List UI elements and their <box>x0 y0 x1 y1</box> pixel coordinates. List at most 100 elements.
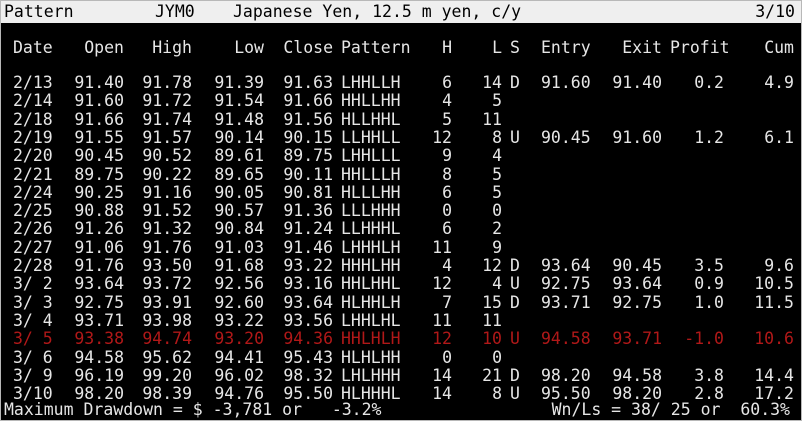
table-cell-open: 93.38 <box>74 329 124 349</box>
table-cell-high: 91.76 <box>142 237 192 257</box>
table-cell-h: 8 <box>442 164 452 184</box>
table-cell-s: U <box>510 329 520 349</box>
table-cell-s: D <box>510 256 520 275</box>
table-cell-cum: 6.1 <box>764 127 794 147</box>
column-header-open: Open <box>84 38 124 57</box>
column-header-high: High <box>152 38 192 57</box>
table-cell-date: 3/ 6 <box>13 347 53 367</box>
table-cell-entry: 91.60 <box>541 73 591 92</box>
table-cell-pattern: HHLHLH <box>341 329 401 349</box>
table-cell-close: 91.56 <box>283 109 333 129</box>
table-cell-date: 2/18 <box>13 109 53 129</box>
table-cell-high: 94.74 <box>142 329 192 349</box>
table-cell-high: 90.22 <box>142 164 192 184</box>
table-cell-open: 93.71 <box>74 310 124 330</box>
table-cell-exit: 91.60 <box>612 127 662 147</box>
table-cell-h: 12 <box>432 127 452 147</box>
table-cell-entry: 93.64 <box>541 256 591 275</box>
table-cell-h: 0 <box>442 347 452 367</box>
table-cell-profit: 0.2 <box>694 73 724 92</box>
table-cell-cum: 9.6 <box>764 256 794 275</box>
table-cell-low: 90.05 <box>214 182 264 202</box>
column-header-pattern: Pattern <box>341 38 411 57</box>
table-cell-profit: 3.8 <box>694 365 724 385</box>
table-cell-close: 95.43 <box>283 347 333 367</box>
column-header-cum: Cum <box>764 38 794 57</box>
table-cell-close: 93.16 <box>283 274 333 294</box>
table-cell-h: 9 <box>442 146 452 166</box>
table-cell-open: 96.19 <box>74 365 124 385</box>
table-cell-low: 93.20 <box>214 329 264 349</box>
table-cell-high: 93.91 <box>142 292 192 312</box>
table-cell-close: 94.36 <box>283 329 333 349</box>
table-cell-exit: 91.40 <box>612 73 662 92</box>
table-cell-l: 14 <box>482 73 502 92</box>
table-cell-profit: 1.2 <box>694 127 724 147</box>
table-cell-open: 91.40 <box>74 73 124 92</box>
table-cell-cum: 4.9 <box>764 73 794 92</box>
table-cell-open: 94.58 <box>74 347 124 367</box>
table-cell-close: 91.24 <box>283 219 333 239</box>
table-cell-high: 93.98 <box>142 310 192 330</box>
table-cell-close: 90.11 <box>283 164 333 184</box>
table-cell-low: 90.84 <box>214 219 264 239</box>
table-cell-h: 11 <box>432 310 452 330</box>
table-cell-close: 93.22 <box>283 256 333 275</box>
trade-table: Date Open High Low Close Pattern H L S Entry Exit P… <box>0 0 802 421</box>
table-cell-s: D <box>510 292 520 312</box>
table-cell-s: D <box>510 365 520 385</box>
table-cell-cum: 10.6 <box>754 329 794 349</box>
table-cell-pattern: HHLHHL <box>341 274 401 294</box>
table-cell-profit: 1.0 <box>694 292 724 312</box>
table-cell-l: 11 <box>482 109 502 129</box>
table-cell-close: 89.75 <box>283 146 333 166</box>
table-cell-date: 2/28 <box>13 256 53 275</box>
table-cell-l: 5 <box>492 164 502 184</box>
table-cell-open: 93.64 <box>74 274 124 294</box>
table-cell-open: 92.75 <box>74 292 124 312</box>
table-cell-h: 0 <box>442 201 452 221</box>
table-cell-low: 96.02 <box>214 365 264 385</box>
table-cell-s: U <box>510 274 520 294</box>
table-cell-open: 91.55 <box>74 127 124 147</box>
win-loss-text: Wn/Ls = 38/ 25 or 60.3% <box>551 400 790 419</box>
table-cell-low: 91.68 <box>214 256 264 275</box>
table-cell-h: 5 <box>442 109 452 129</box>
table-cell-date: 3/ 5 <box>13 329 53 349</box>
table-cell-pattern: HHLLLH <box>341 164 401 184</box>
table-cell-exit: 90.45 <box>612 256 662 275</box>
table-cell-open: 91.66 <box>74 109 124 129</box>
table-cell-low: 92.56 <box>214 274 264 294</box>
table-cell-h: 4 <box>442 91 452 111</box>
column-header-s: S <box>510 38 520 57</box>
table-cell-h: 11 <box>432 237 452 257</box>
table-cell-high: 93.72 <box>142 274 192 294</box>
table-cell-date: 2/14 <box>13 91 53 111</box>
table-cell-high: 91.32 <box>142 219 192 239</box>
table-cell-l: 0 <box>492 347 502 367</box>
table-cell-exit: 94.58 <box>612 365 662 385</box>
table-cell-close: 91.46 <box>283 237 333 257</box>
table-cell-l: 15 <box>482 292 502 312</box>
table-cell-cum: 11.5 <box>754 292 794 312</box>
table-cell-h: 6 <box>442 219 452 239</box>
table-cell-high: 91.74 <box>142 109 192 129</box>
table-cell-cum: 10.5 <box>754 274 794 294</box>
column-header-entry: Entry <box>541 38 591 57</box>
table-cell-profit: -1.0 <box>684 329 724 349</box>
table-cell-exit: 93.71 <box>612 329 662 349</box>
table-cell-close: 91.36 <box>283 201 333 221</box>
table-cell-low: 91.48 <box>214 109 264 129</box>
table-cell-close: 93.64 <box>283 292 333 312</box>
table-cell-high: 91.52 <box>142 201 192 221</box>
table-cell-profit: 3.5 <box>694 256 724 275</box>
table-cell-low: 91.54 <box>214 91 264 111</box>
table-cell-entry: 94.58 <box>541 329 591 349</box>
column-header-profit: Profit <box>670 38 730 57</box>
table-cell-close: 93.56 <box>283 310 333 330</box>
table-cell-l: 9 <box>492 237 502 257</box>
table-cell-date: 2/13 <box>13 73 53 92</box>
table-cell-high: 91.57 <box>142 127 192 147</box>
table-cell-pattern: LLHHLL <box>341 127 401 147</box>
table-cell-pattern: LLHHHL <box>341 219 401 239</box>
